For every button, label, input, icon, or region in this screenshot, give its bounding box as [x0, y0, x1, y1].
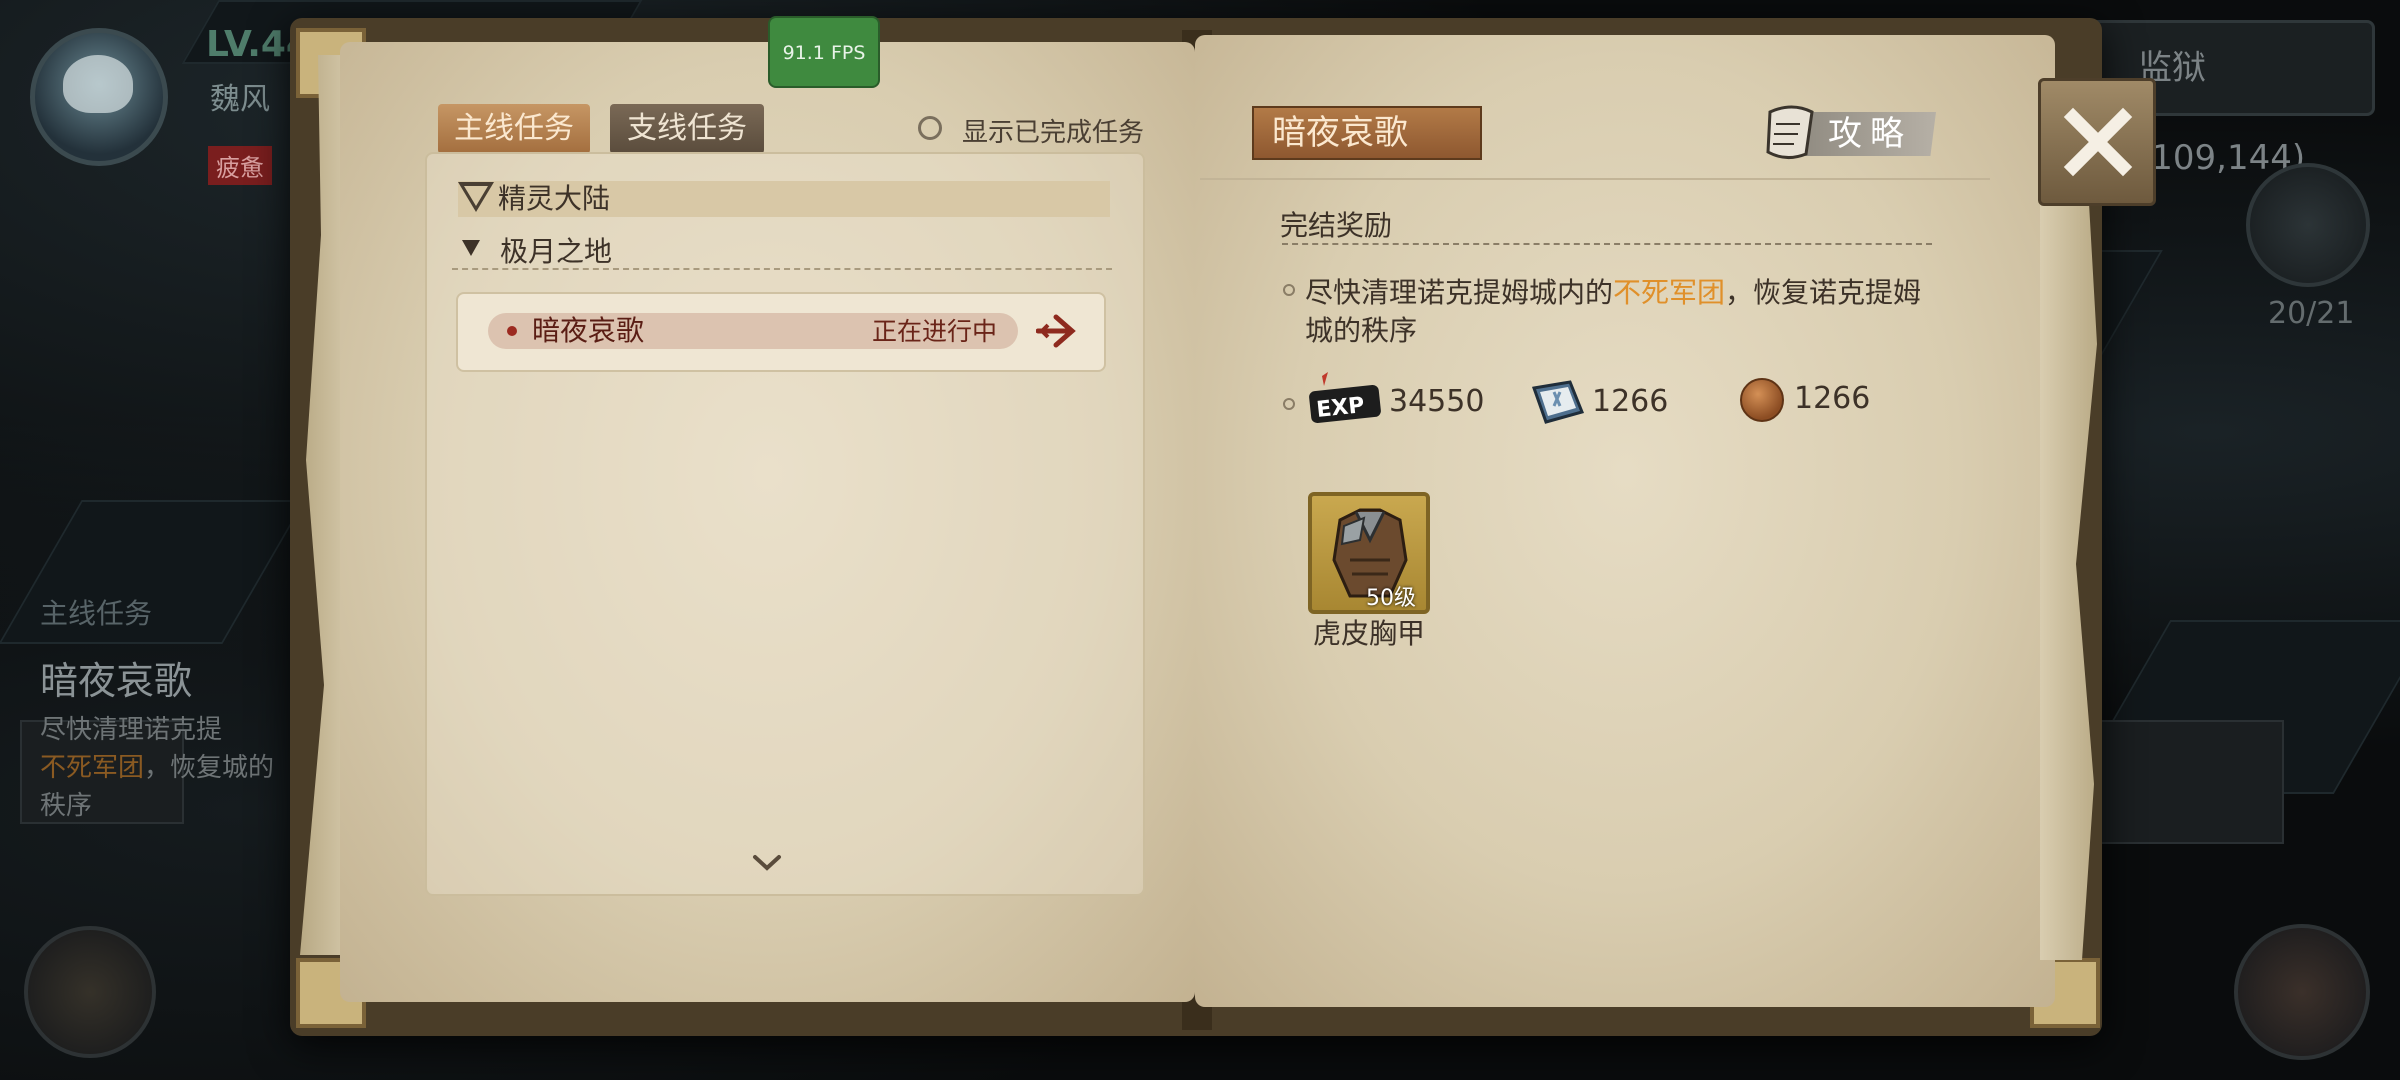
status-badge: 疲惫 — [208, 146, 272, 185]
close-icon — [2063, 107, 2133, 177]
gate-counter: 20/21 — [2268, 296, 2355, 331]
tab-side-quest[interactable]: 支线任务 — [610, 104, 764, 154]
item-level-badge: 50级 — [1366, 586, 1416, 611]
reward-header: 完结奖励 — [1280, 209, 1393, 242]
bullet-icon — [1283, 284, 1295, 296]
close-button[interactable] — [2038, 78, 2156, 206]
quest-tracker[interactable]: 主线任务 暗夜哀歌 尽快清理诺克提 不死军团，恢复城的秩序 — [40, 592, 300, 825]
coin-reward-value: 1266 — [1794, 381, 1871, 416]
player-avatar[interactable] — [30, 28, 168, 166]
show-completed-radio[interactable] — [918, 116, 942, 140]
expand-arrow-icon[interactable] — [462, 240, 480, 256]
coin-icon — [1740, 378, 1784, 422]
quest-tracker-name: 暗夜哀歌 — [40, 659, 193, 703]
town-button[interactable] — [2234, 924, 2370, 1060]
book-reward-value: 1266 — [1592, 384, 1669, 419]
reward-item-name: 虎皮胸甲 — [1312, 617, 1425, 650]
divider — [452, 268, 1112, 270]
exp-reward-value: 34550 — [1389, 384, 1485, 419]
collapse-arrow-icon — [458, 182, 494, 212]
show-completed-label[interactable]: 显示已完成任务 — [962, 112, 1144, 149]
svg-text:EXP: EXP — [1315, 393, 1365, 423]
quest-tracker-desc: 尽快清理诺克提 不死军团，恢复城的秩序 — [40, 715, 275, 821]
quest-item-status: 正在进行中 — [872, 317, 998, 346]
skill-book-icon — [1531, 380, 1585, 424]
bullet-icon — [1283, 398, 1295, 410]
quest-marker-icon — [507, 326, 517, 336]
divider — [1200, 178, 1990, 180]
region-label: 精灵大陆 — [498, 182, 611, 215]
gate-button[interactable] — [2246, 163, 2370, 287]
tab-main-quest[interactable]: 主线任务 — [438, 104, 590, 154]
chevron-down-icon[interactable] — [752, 852, 782, 874]
player-name: 魏风 — [210, 82, 270, 117]
scroll-icon — [1766, 105, 1814, 159]
subregion-label[interactable]: 极月之地 — [500, 230, 612, 270]
quest-item-name: 暗夜哀歌 — [532, 314, 645, 347]
pet-button[interactable] — [24, 926, 156, 1058]
divider — [1282, 243, 1932, 245]
arrow-right-icon[interactable] — [1036, 311, 1080, 351]
guide-button[interactable]: 攻略 — [1762, 102, 1938, 159]
fps-counter: 91.1 FPS — [768, 16, 880, 88]
guide-label: 攻略 — [1828, 114, 1912, 154]
quest-description: 尽快清理诺克提姆城内的不死军团，恢复诺克提姆城的秩序 — [1305, 276, 1922, 347]
exp-icon: EXP — [1309, 372, 1381, 423]
quest-tracker-category: 主线任务 — [40, 597, 153, 630]
quest-title: 暗夜哀歌 — [1252, 106, 1482, 160]
